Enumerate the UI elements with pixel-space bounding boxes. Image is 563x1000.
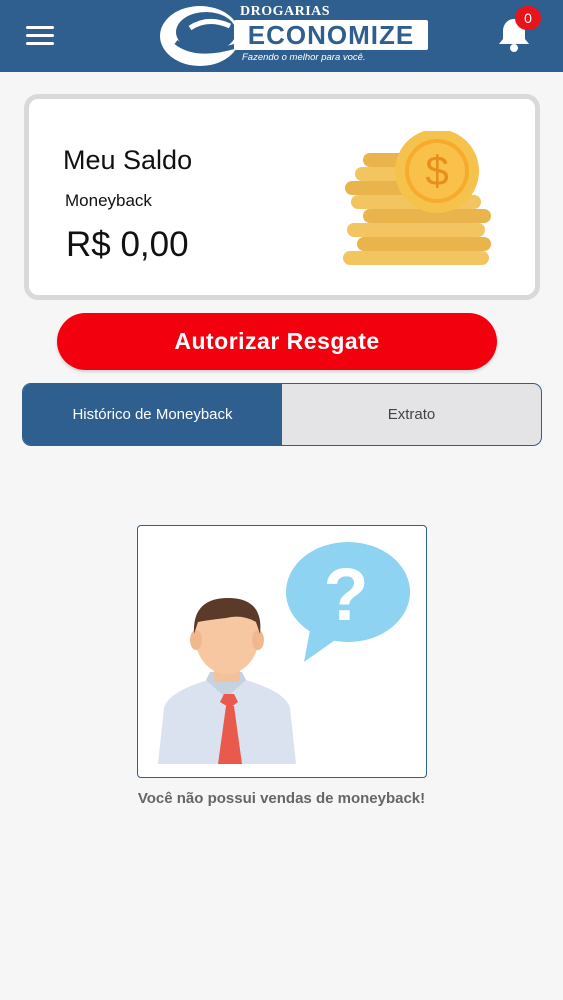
logo: DROGARIAS ECONOMIZE Fazendo o melhor par… [156,2,436,68]
app-header: DROGARIAS ECONOMIZE Fazendo o melhor par… [0,0,563,72]
svg-text:$: $ [425,147,448,194]
logo-tagline: Fazendo o melhor para você. [242,52,366,63]
person-question-icon: ? [158,542,410,764]
empty-state-message: Você não possui vendas de moneyback! [137,790,426,807]
tab-bar: Histórico de Moneyback Extrato [22,383,542,446]
menu-icon[interactable] [26,24,56,46]
balance-subtitle: Moneyback [65,191,152,210]
logo-main-text: ECONOMIZE [234,20,428,50]
tab-moneyback-history[interactable]: Histórico de Moneyback [23,384,282,445]
notification-badge: 0 [515,6,541,30]
logo-top-text: DROGARIAS [240,4,331,19]
coins-icon: $ [343,131,491,265]
balance-title: Meu Saldo [63,145,193,175]
tab-statement[interactable]: Extrato [282,384,541,445]
balance-card: Meu Saldo Moneyback R$ 0,00 $ [24,94,540,300]
svg-text:?: ? [323,553,368,636]
empty-state-illustration: ? [137,525,427,778]
logo-swirl-icon [160,6,240,66]
balance-value: R$ 0,00 [66,225,189,264]
redeem-button[interactable]: Autorizar Resgate [57,313,497,370]
